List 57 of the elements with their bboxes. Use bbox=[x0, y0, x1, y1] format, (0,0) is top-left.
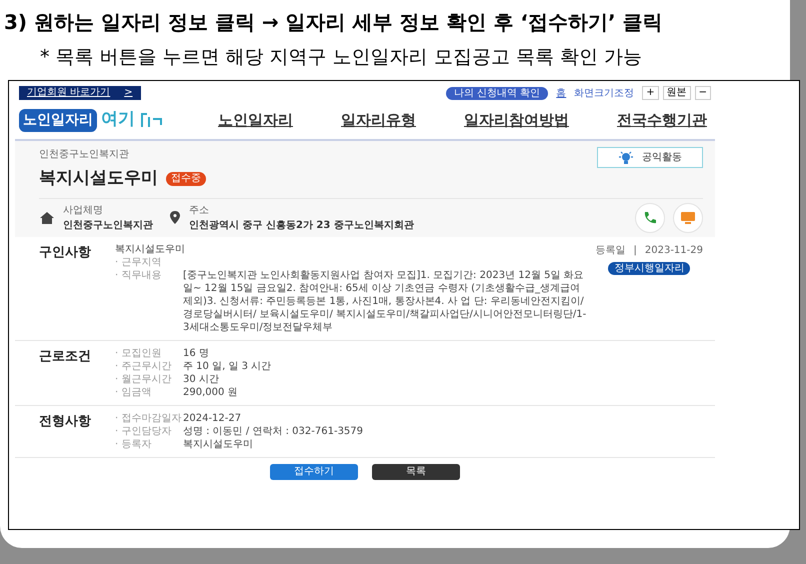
info-label: 주소 bbox=[189, 204, 210, 218]
field-label: · 주근무시간 bbox=[115, 360, 172, 372]
nav-link[interactable]: 일자리참여방법 bbox=[464, 108, 569, 132]
apply-button[interactable]: 접수하기 bbox=[270, 464, 358, 480]
field-label: · 임금액 bbox=[115, 386, 152, 398]
phone-icon bbox=[642, 210, 658, 226]
section-title: 전형사항 bbox=[39, 412, 92, 430]
zoom-label: 화면크기조정 bbox=[574, 86, 634, 100]
field-label: · 월근무시간 bbox=[115, 372, 172, 386]
info-value: 인천광역시 중구 신흥동2가 23 중구노인복지회관 bbox=[189, 218, 414, 232]
monitor-button[interactable] bbox=[673, 202, 703, 232]
status-badge: 접수중 bbox=[166, 172, 206, 186]
field-value: 2024-12-27 bbox=[183, 412, 242, 424]
field-label: · 모집인원 bbox=[115, 346, 162, 360]
list-button[interactable]: 목록 bbox=[372, 464, 460, 480]
location-pin-icon bbox=[169, 210, 181, 225]
logo-figure-icon bbox=[139, 111, 163, 129]
section-title: 구인사항 bbox=[39, 244, 92, 262]
field-label: · 등록자 bbox=[115, 438, 152, 450]
section-heading: 복지시설도우미 bbox=[115, 242, 186, 256]
date-value: 2023-11-29 bbox=[644, 244, 703, 258]
home-link[interactable]: 홈 bbox=[556, 86, 566, 100]
job-title: 복지시설도우미 bbox=[39, 167, 158, 190]
logo-badge[interactable]: 노인일자리 bbox=[19, 108, 97, 132]
nav-link[interactable]: 노인일자리 bbox=[218, 108, 293, 132]
lightbulb-icon bbox=[618, 150, 634, 164]
slide-note: * 목록 버튼을 누르면 해당 지역구 노인일자리 모집공고 목록 확인 가능 bbox=[40, 45, 643, 70]
slide-title: 3) 원하는 일자리 정보 클릭 → 일자리 세부 정보 확인 후 ‘접수하기’ 클릭 bbox=[4, 9, 664, 36]
nav-link[interactable]: 전국수행기관 bbox=[617, 108, 707, 132]
field-value: 30 시간 bbox=[183, 372, 219, 386]
my-applications-button[interactable]: 나의 신청내역 확인 bbox=[446, 86, 548, 100]
phone-button[interactable] bbox=[635, 202, 665, 232]
field-value: 성명 : 이동민 / 연락처 : 032-761-3579 bbox=[183, 424, 364, 438]
field-label: · 근무지역 bbox=[115, 256, 162, 268]
section-title: 근로조건 bbox=[39, 348, 92, 366]
info-label: 사업체명 bbox=[63, 204, 104, 218]
zoom-button[interactable]: + bbox=[642, 86, 659, 100]
info-value: 인천중구노인복지관 bbox=[63, 218, 153, 232]
field-value: 290,000 원 bbox=[183, 386, 238, 398]
field-label: · 접수마감일자 bbox=[115, 412, 182, 424]
field-value: [중구노인복지관 노인사회활동지원사업 참여자 모집]1. 모집기간: 2023년 12월 5일 화요일~ 12월 15일 금요일2. 참여안내: 65세 이상 기초연금 수령자 (기초생활수급_생계급여 제외)3. 신청서류: 주민등록등본 1통, 사진1매, 통장사본4. 사 업 단: 우리동네안전지킴이/ 경로당실버시터/ 보육시설도우미/ 복지시설도우미/책갈피사업단/시니어안전모니터링단/1-3세대소통도우미/정보전달우체부 bbox=[183, 268, 588, 334]
zoom-button[interactable]: − bbox=[694, 86, 711, 100]
category-tag: 정부시행일자리 bbox=[608, 262, 690, 274]
date-separator: | bbox=[634, 244, 637, 258]
monitor-icon bbox=[680, 210, 696, 226]
category-button[interactable]: 공익활동 bbox=[597, 147, 703, 168]
field-label: · 구인담당자 bbox=[115, 424, 172, 438]
field-label: · 직무내용 bbox=[115, 268, 162, 282]
nav-link[interactable]: 일자리유형 bbox=[341, 108, 416, 132]
house-icon bbox=[39, 210, 55, 224]
field-value: 주 10 일, 일 3 시간 bbox=[183, 360, 272, 372]
organization-name: 인천중구노인복지관 bbox=[39, 148, 130, 162]
member-link[interactable]: 기업회원 바로가기 > bbox=[19, 86, 141, 100]
field-value: 복지시설도우미 bbox=[183, 438, 253, 450]
field-value: 16 명 bbox=[183, 346, 209, 360]
date-label: 등록일 bbox=[596, 244, 626, 258]
zoom-button[interactable]: 원본 bbox=[662, 86, 691, 100]
